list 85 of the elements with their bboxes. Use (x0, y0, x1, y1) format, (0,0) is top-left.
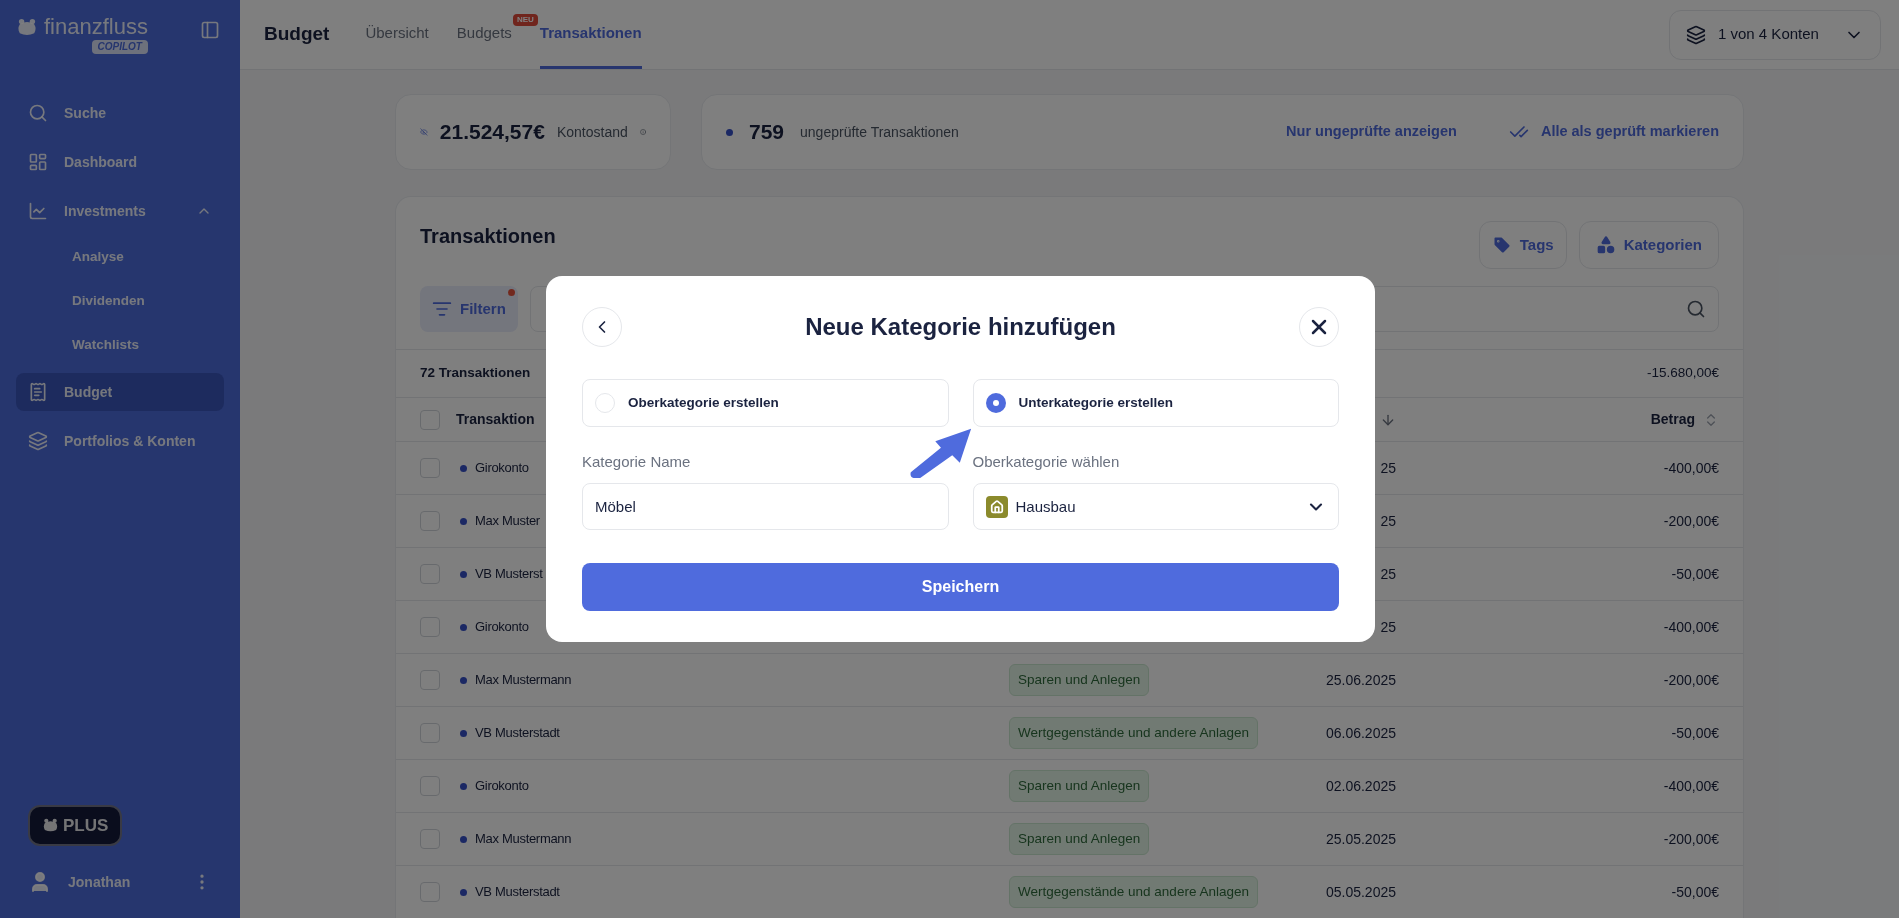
layers-icon (1686, 24, 1706, 45)
transaction-name: Max Muster (475, 512, 540, 531)
field-label: Kategorie Name (582, 451, 692, 472)
logo-text: finanzfluss (44, 16, 148, 38)
nav-subitem[interactable]: Analyse (16, 241, 224, 274)
receipt-icon (28, 382, 48, 402)
transaction-amount: -400,00€ (1663, 776, 1719, 796)
nav-subitem[interactable]: Dividenden (16, 285, 224, 318)
transaction-date: 25.05.2025 (1325, 829, 1396, 849)
transaction-date: 02.06.2025 (1325, 776, 1396, 796)
transaction-name: Girokonto (475, 618, 529, 637)
transaction-name: Max Mustermann (475, 671, 572, 690)
balance-label: Kontostand (556, 122, 628, 142)
tags-button[interactable]: Tags (1478, 221, 1567, 269)
transaction-name: Max Mustermann (475, 830, 572, 849)
transaction-amount: -50,00€ (1671, 723, 1719, 743)
save-button[interactable]: Speichern (582, 563, 1339, 612)
chart-icon (28, 201, 48, 221)
radio-button[interactable] (985, 392, 1006, 413)
transaction-amount: -200,00€ (1663, 670, 1719, 690)
sidebar-toggle-icon[interactable] (200, 20, 220, 40)
transaction-date: 25 (1380, 617, 1396, 637)
section-title: Transaktionen (420, 224, 556, 249)
account-selector[interactable]: 1 von 4 Konten (1669, 9, 1881, 60)
transaction-count: 72 Transaktionen (420, 364, 531, 383)
transaction-date: 05.05.2025 (1325, 882, 1396, 902)
unchecked-label: ungeprüfte Transaktionen (800, 122, 959, 142)
nav-item[interactable]: Dashboard (16, 143, 224, 181)
dashboard-icon (28, 152, 48, 172)
transaction-amount: -400,00€ (1663, 617, 1719, 637)
transaction-date: 06.06.2025 (1325, 723, 1396, 743)
nav-item[interactable]: Budget (16, 373, 224, 411)
transaction-date: 25 (1380, 564, 1396, 584)
transaction-date: 25 (1380, 511, 1396, 531)
category-tag: Sparen und Anlegen (1009, 769, 1150, 803)
field-label: Oberkategorie wählen (972, 451, 1121, 472)
logo-icon (16, 18, 38, 36)
tab[interactable]: Übersicht (365, 0, 429, 69)
transaction-date: 25.06.2025 (1325, 670, 1396, 690)
new-badge: NEU (512, 14, 538, 26)
nav-subitem[interactable]: Watchlists (16, 329, 224, 362)
plan-badge[interactable]: PLUS (28, 804, 123, 846)
transaction-amount: -200,00€ (1663, 511, 1719, 531)
search-icon (1686, 299, 1706, 319)
shapes-icon (1595, 235, 1616, 255)
radio-option[interactable]: Unterkategorie erstellen (972, 378, 1339, 427)
category-tag: Wertgegenstände und andere Anlagen (1009, 875, 1258, 909)
transaction-name: VB Musterst (475, 565, 543, 584)
transaction-name: Girokonto (475, 777, 529, 796)
tab[interactable]: Transaktionen (539, 0, 642, 69)
name-input[interactable]: Möbel (582, 483, 949, 531)
logo-badge: COPILOT (91, 40, 148, 54)
transaction-name: VB Musterstadt (475, 883, 560, 902)
layers-icon (28, 431, 48, 451)
transaction-date: 25 (1380, 458, 1396, 478)
page-title: Budget (264, 22, 330, 47)
user-name: Jonathan (68, 872, 132, 892)
transaction-name: VB Musterstadt (475, 724, 560, 743)
balance-value: 21.524,57€ (439, 119, 545, 146)
total-amount: -15.680,00€ (1646, 364, 1719, 383)
tag-icon (1491, 235, 1512, 255)
category-tag: Sparen und Anlegen (1009, 663, 1150, 697)
search-icon (28, 103, 48, 123)
nav-item[interactable]: Investments (16, 192, 224, 230)
filter-button[interactable]: Filtern (420, 286, 518, 332)
transaction-amount: -400,00€ (1663, 458, 1719, 478)
transaction-amount: -50,00€ (1671, 882, 1719, 902)
mark-all-link[interactable]: Alle als geprüft markieren (1540, 121, 1719, 143)
category-select[interactable]: Hausbau (972, 483, 1339, 531)
transaction-amount: -50,00€ (1671, 564, 1719, 584)
house-icon (985, 495, 1008, 518)
category-tag: Sparen und Anlegen (1009, 822, 1150, 856)
transaction-amount: -200,00€ (1663, 829, 1719, 849)
column-header[interactable]: Betrag (1650, 409, 1695, 430)
category-tag: Wertgegenstände und andere Anlagen (1009, 716, 1258, 750)
nav-item[interactable]: Suche (16, 94, 224, 132)
nav-item[interactable]: Portfolios & Konten (16, 422, 224, 460)
radio-option[interactable]: Oberkategorie erstellen (582, 378, 949, 427)
show-unchecked-link[interactable]: Nur ungeprüfte anzeigen (1286, 121, 1457, 143)
categories-button[interactable]: Kategorien (1578, 221, 1719, 269)
unchecked-count: 759 (749, 119, 785, 146)
filter-icon (432, 299, 452, 319)
dialog-title: Neue Kategorie hinzufügen (805, 311, 1116, 342)
hippo-icon (42, 818, 59, 833)
transaction-name: Girokonto (475, 459, 529, 478)
